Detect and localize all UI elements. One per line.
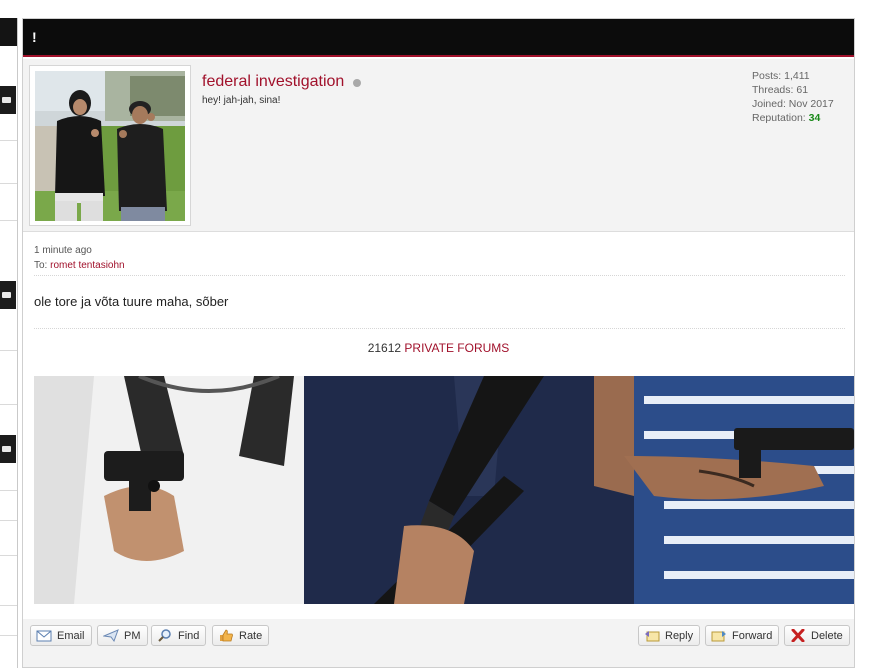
left-column-edge xyxy=(0,0,18,672)
divider xyxy=(0,555,18,556)
divider xyxy=(0,183,18,184)
delete-x-icon xyxy=(790,628,806,643)
stat-posts-value: 1,411 xyxy=(784,70,810,82)
divider xyxy=(0,520,18,521)
divider xyxy=(0,490,18,491)
left-toggle-button[interactable] xyxy=(0,435,16,463)
stat-joined: Joined: Nov 2017 xyxy=(752,98,834,110)
rate-label: Rate xyxy=(239,629,263,642)
forward-icon xyxy=(711,629,727,642)
paper-plane-icon xyxy=(102,629,119,643)
to-label: To: xyxy=(34,260,48,271)
reply-icon xyxy=(644,629,660,642)
divider xyxy=(0,350,18,351)
left-column-header xyxy=(0,18,18,46)
user-stats: Posts: 1,411 Threads: 61 Joined: Nov 201… xyxy=(752,69,834,125)
stat-joined-value: Nov 2017 xyxy=(788,98,834,110)
envelope-icon xyxy=(36,629,52,642)
divider xyxy=(0,404,18,405)
signature: 21612 PRIVATE FORUMS xyxy=(23,341,854,355)
avatar[interactable] xyxy=(29,65,191,226)
signature-image xyxy=(34,376,854,604)
signature-link[interactable]: PRIVATE FORUMS xyxy=(404,341,509,355)
divider xyxy=(34,275,845,276)
email-label: Email xyxy=(57,629,85,642)
stat-threads-value: 61 xyxy=(796,84,809,96)
stat-posts: Posts: 1,411 xyxy=(752,70,810,82)
reply-button[interactable]: Reply xyxy=(638,625,701,646)
forward-button[interactable]: Forward xyxy=(705,625,780,646)
delete-button[interactable]: Delete xyxy=(784,625,850,646)
post-header-title: ! xyxy=(32,29,37,45)
column-border xyxy=(17,18,18,668)
pm-button[interactable]: PM xyxy=(97,625,148,646)
reply-label: Reply xyxy=(665,629,694,642)
pm-label: PM xyxy=(124,629,141,642)
find-button[interactable]: Find xyxy=(151,625,207,646)
signature-photo xyxy=(34,376,854,604)
avatar-image xyxy=(35,71,185,221)
author-panel: federal investigation hey! jah-jah, sina… xyxy=(23,59,854,232)
post-footer: Email PM Find Rate Reply Forward Delete xyxy=(23,619,854,667)
reputation-value[interactable]: 34 xyxy=(809,112,821,124)
recipient: To: romet tentasiohn xyxy=(34,258,125,273)
delete-label: Delete xyxy=(811,629,843,642)
thumbs-up-icon xyxy=(218,629,234,642)
divider xyxy=(0,605,18,606)
left-toggle-button[interactable] xyxy=(0,281,16,309)
rate-button[interactable]: Rate xyxy=(212,625,270,646)
stat-reputation: Reputation: 34 xyxy=(752,112,821,124)
left-toggle-button[interactable] xyxy=(0,86,16,114)
post: ! federal investigation hey! jah-jah, si… xyxy=(22,18,855,668)
find-label: Find xyxy=(178,629,200,642)
signature-number: 21612 xyxy=(367,341,402,355)
post-header: ! xyxy=(23,19,854,57)
stat-threads: Threads: 61 xyxy=(752,84,809,96)
divider xyxy=(0,140,18,141)
post-meta: 1 minute ago To: romet tentasiohn xyxy=(34,243,125,273)
forward-label: Forward xyxy=(732,629,773,642)
divider xyxy=(0,220,18,221)
divider xyxy=(34,328,845,329)
username-link[interactable]: federal investigation xyxy=(202,73,344,91)
post-message: ole tore ja võta tuure maha, sõber xyxy=(34,294,229,309)
avatar-photo xyxy=(35,71,185,221)
user-title: hey! jah-jah, sina! xyxy=(202,95,281,106)
offline-status-icon xyxy=(353,79,361,87)
recipient-link[interactable]: romet tentasiohn xyxy=(50,260,125,271)
post-time: 1 minute ago xyxy=(34,245,92,256)
email-button[interactable]: Email xyxy=(30,625,92,646)
divider xyxy=(0,635,18,636)
magnifier-icon xyxy=(157,629,173,642)
